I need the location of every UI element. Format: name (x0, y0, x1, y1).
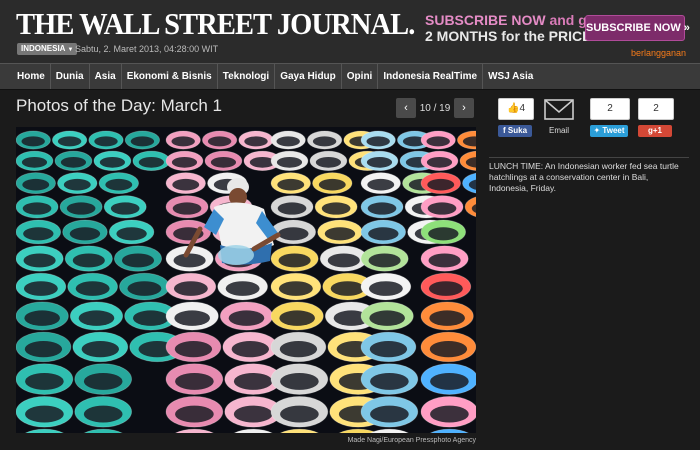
next-arrow-icon[interactable]: › (454, 98, 474, 118)
facebook-count: 4 (519, 103, 525, 114)
nav-item-ekonomi-bisnis[interactable]: Ekonomi & Bisnis (122, 64, 218, 89)
email-label[interactable]: Email (544, 126, 574, 135)
photo-image (16, 127, 476, 433)
gallery-pager: ‹ 10 / 19 › (396, 98, 474, 118)
wsj-logo[interactable]: THE WALL STREET JOURNAL. (16, 6, 415, 42)
facebook-icon: f (502, 126, 506, 135)
nav-item-wsj-asia[interactable]: WSJ Asia (483, 64, 538, 89)
nav-item-asia[interactable]: Asia (90, 64, 122, 89)
thumbs-up-icon: 👍 (506, 103, 520, 114)
subscribe-button[interactable]: SUBSCRIBE NOW » (585, 15, 690, 41)
gplus-label: +1 (652, 126, 662, 135)
chevron-down-icon: ▼ (67, 47, 74, 53)
header-datetime: Sabtu, 2. Maret 2013, 04:28:00 WIT (75, 44, 219, 54)
nav-item-gaya-hidup[interactable]: Gaya Hidup (275, 64, 342, 89)
edition-selector[interactable]: INDONESIA ▼ (17, 43, 78, 55)
edition-label: INDONESIA (21, 44, 66, 53)
nav-item-opini[interactable]: Opini (342, 64, 379, 89)
facebook-like-button[interactable]: f Suka (498, 125, 532, 137)
photo-counter: 10 / 19 (419, 102, 451, 114)
share-panel: 👍4 f Suka Email 2 ✦ Tweet 2 g+1 (498, 98, 688, 143)
tweet-count: 2 (590, 98, 630, 120)
facebook-label: Suka (507, 126, 528, 135)
facebook-like-box[interactable]: 👍4 (498, 98, 534, 120)
main-nav: Home Dunia Asia Ekonomi & Bisnis Teknolo… (0, 63, 700, 90)
tweet-button[interactable]: ✦ Tweet (590, 125, 628, 137)
nav-item-indonesia-realtime[interactable]: Indonesia RealTime (378, 64, 484, 89)
prev-arrow-icon[interactable]: ‹ (396, 98, 416, 118)
gplus-count: 2 (638, 98, 674, 120)
tweet-label: Tweet (602, 126, 625, 135)
photo-caption: LUNCH TIME: An Indonesian worker fed sea… (489, 157, 689, 194)
twitter-bird-icon: ✦ (593, 126, 601, 135)
promo-highlight: SUBSCRIBE NOW (425, 12, 546, 28)
nav-item-dunia[interactable]: Dunia (51, 64, 90, 89)
gallery-photo[interactable] (16, 127, 476, 433)
photo-credit: Made Nagi/European Pressphoto Agency (347, 437, 476, 444)
nav-item-home[interactable]: Home (12, 64, 51, 89)
nav-item-teknologi[interactable]: Teknologi (218, 64, 276, 89)
page-title: Photos of the Day: March 1 (16, 96, 222, 115)
site-header: THE WALL STREET JOURNAL. INDONESIA ▼ Sabt… (0, 0, 700, 63)
email-icon[interactable] (544, 98, 574, 122)
berlangganan-link[interactable]: berlangganan (631, 48, 686, 58)
gplus-button[interactable]: g+1 (638, 125, 672, 137)
